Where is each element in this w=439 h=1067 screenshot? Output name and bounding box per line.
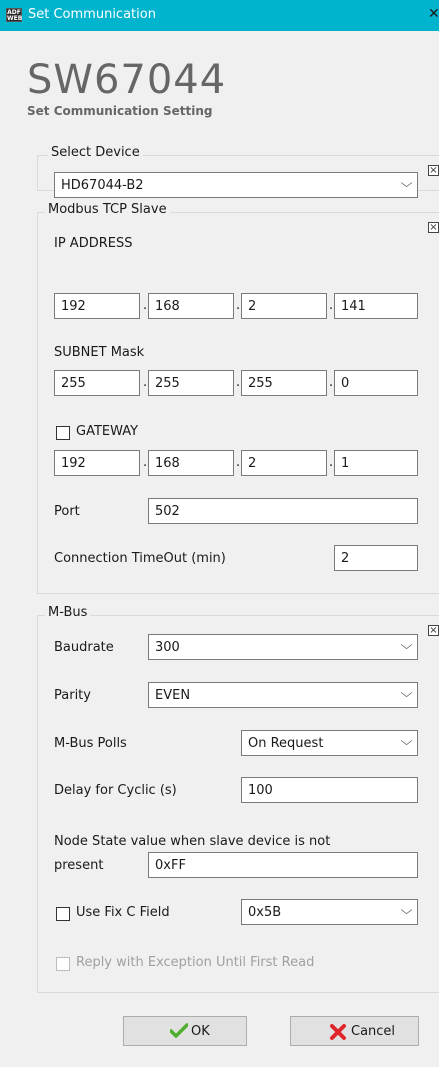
ok-label: OK [191, 1024, 210, 1039]
polls-select[interactable]: On Request ⌵ [241, 730, 418, 756]
cancel-button[interactable]: Cancel [290, 1016, 419, 1046]
node-state-label-cont: present [54, 858, 104, 873]
mbus-legend: M-Bus [45, 605, 91, 620]
ip-address-label: IP ADDRESS [54, 236, 133, 251]
timeout-input[interactable]: 2 [334, 545, 418, 571]
title-bar: ADF WEB Set Communication ✕ [0, 0, 439, 31]
cross-icon [330, 1024, 346, 1040]
gateway-octet-1[interactable]: 192 [54, 450, 140, 476]
subnet-octet-4[interactable]: 0 [334, 370, 418, 396]
reply-exception-checkbox [56, 957, 70, 971]
chevron-down-icon: ⌵ [400, 638, 413, 652]
gateway-octet-3[interactable]: 2 [241, 450, 327, 476]
gateway-octet-2[interactable]: 168 [148, 450, 234, 476]
ip-dot: . [329, 298, 334, 313]
baudrate-label: Baudrate [54, 640, 114, 655]
gateway-dot: . [143, 455, 148, 470]
subnet-label: SUBNET Mask [54, 345, 145, 360]
select-device-legend: Select Device [48, 145, 143, 160]
ip-octet-4[interactable]: 141 [334, 293, 418, 319]
gateway-checkbox[interactable] [56, 426, 70, 440]
ok-button[interactable]: OK [123, 1016, 247, 1046]
subnet-dot: . [143, 375, 148, 390]
subnet-octet-1[interactable]: 255 [54, 370, 140, 396]
subnet-dot: . [329, 375, 334, 390]
mbus-group [37, 615, 439, 993]
gateway-octet-4[interactable]: 1 [334, 450, 418, 476]
window-title: Set Communication [28, 7, 156, 22]
ip-octet-1[interactable]: 192 [54, 293, 140, 319]
gateway-label: GATEWAY [76, 424, 139, 439]
ip-octet-2[interactable]: 168 [148, 293, 234, 319]
app-icon: ADF WEB [6, 8, 23, 22]
chevron-down-icon: ⌵ [400, 176, 413, 190]
port-label: Port [54, 504, 80, 519]
x-box-icon[interactable]: × [428, 222, 439, 233]
delay-label: Delay for Cyclic (s) [54, 783, 177, 798]
node-state-input[interactable]: 0xFF [148, 852, 418, 878]
ip-dot: . [236, 298, 241, 313]
chevron-down-icon: ⌵ [400, 734, 413, 748]
reply-exception-label: Reply with Exception Until First Read [76, 955, 315, 970]
product-title: SW67044 [27, 57, 227, 103]
checkmark-icon [170, 1023, 188, 1038]
x-box-icon[interactable]: × [428, 165, 439, 176]
delay-input[interactable]: 100 [241, 777, 418, 803]
fix-c-field-label: Use Fix C Field [76, 905, 170, 920]
modbus-group [37, 212, 439, 594]
node-state-label: Node State value when slave device is no… [54, 834, 331, 849]
parity-label: Parity [54, 688, 91, 703]
cancel-label: Cancel [351, 1024, 396, 1039]
subnet-dot: . [236, 375, 241, 390]
ip-dot: . [143, 298, 148, 313]
baudrate-select[interactable]: 300 ⌵ [148, 634, 418, 660]
polls-value: On Request [248, 736, 324, 751]
subnet-octet-2[interactable]: 255 [148, 370, 234, 396]
timeout-label: Connection TimeOut (min) [54, 551, 226, 566]
subnet-octet-3[interactable]: 255 [241, 370, 327, 396]
modbus-legend: Modbus TCP Slave [45, 202, 170, 217]
port-input[interactable]: 502 [148, 498, 418, 524]
gateway-dot: . [236, 455, 241, 470]
close-icon[interactable]: ✕ [428, 6, 439, 22]
page-subtitle: Set Communication Setting [27, 104, 213, 118]
device-select[interactable]: HD67044-B2 ⌵ [54, 172, 418, 198]
chevron-down-icon: ⌵ [400, 903, 413, 917]
fix-c-field-select[interactable]: 0x5B ⌵ [241, 899, 418, 925]
x-box-icon[interactable]: × [428, 625, 439, 636]
chevron-down-icon: ⌵ [400, 686, 413, 700]
polls-label: M-Bus Polls [54, 736, 127, 751]
parity-select[interactable]: EVEN ⌵ [148, 682, 418, 708]
fix-c-field-value: 0x5B [248, 905, 282, 920]
gateway-dot: . [329, 455, 334, 470]
ip-octet-3[interactable]: 2 [241, 293, 327, 319]
fix-c-field-checkbox[interactable] [56, 907, 70, 921]
baudrate-value: 300 [155, 640, 180, 655]
device-select-value: HD67044-B2 [61, 178, 144, 193]
parity-value: EVEN [155, 688, 191, 703]
